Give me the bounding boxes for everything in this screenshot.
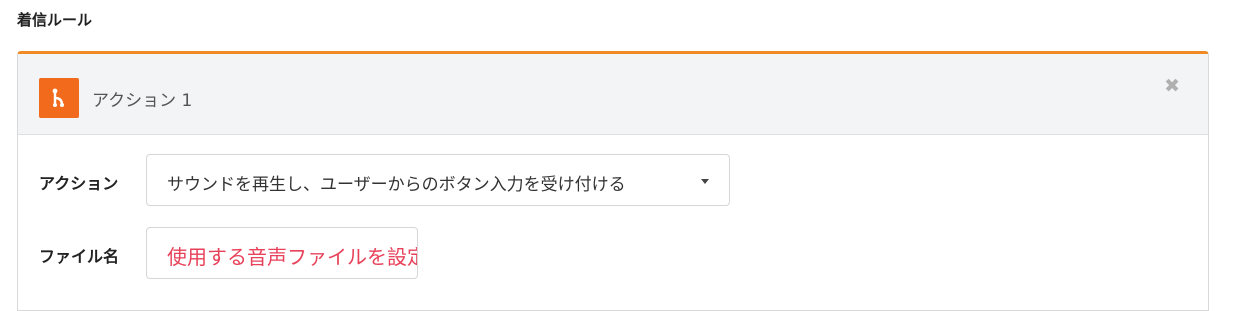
action-select[interactable]: サウンドを再生し、ユーザーからのボタン入力を受け付ける	[146, 154, 730, 206]
panel-title: アクション 1	[92, 91, 193, 111]
close-icon[interactable]: ✖	[1164, 77, 1180, 96]
file-row: ファイル名 使用する音声ファイルを設定	[18, 227, 1208, 279]
action-label: アクション	[39, 174, 119, 193]
action-select-value: サウンドを再生し、ユーザーからのボタン入力を受け付ける	[167, 175, 626, 195]
audio-file-picker[interactable]: 使用する音声ファイルを設定	[146, 227, 418, 279]
file-label: ファイル名	[39, 247, 120, 266]
set-audio-file-link[interactable]: 使用する音声ファイルを設定	[167, 241, 417, 270]
action-panel: アクション 1 ✖ アクション サウンドを再生し、ユーザーからのボタン入力を受け…	[17, 51, 1209, 311]
action-row: アクション サウンドを再生し、ユーザーからのボタン入力を受け付ける	[18, 154, 1208, 206]
branch-icon	[39, 78, 79, 118]
caret-down-icon	[701, 179, 709, 184]
section-title: 着信ルール	[17, 11, 93, 29]
panel-header: アクション 1 ✖	[18, 54, 1208, 135]
